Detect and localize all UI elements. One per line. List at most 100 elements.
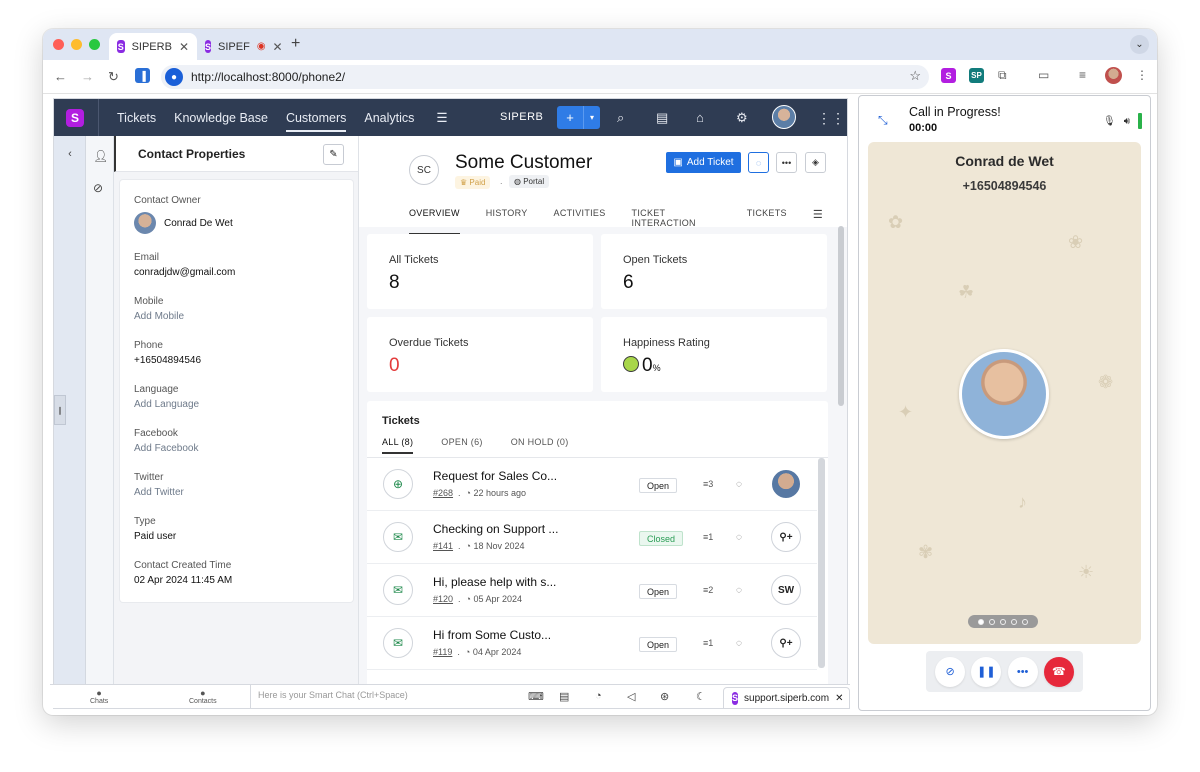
ticket-number[interactable]: #268 — [433, 488, 453, 498]
owner-row[interactable]: Conrad De Wet — [134, 212, 339, 234]
bookmark-star-icon[interactable]: ☆ — [909, 68, 921, 84]
nav-knowledge-base[interactable]: Knowledge Base — [174, 99, 268, 136]
chat-icon[interactable]: ◌ — [748, 152, 769, 173]
create-new-button[interactable]: + ▾ — [557, 106, 600, 129]
extensions-puzzle-icon[interactable]: ⧉ — [998, 68, 1007, 83]
minimize-window-button[interactable] — [71, 39, 82, 50]
tabs-menu-icon[interactable]: ☰ — [813, 208, 823, 235]
browser-tab-2[interactable]: S SIPEF ◉ ✕ — [197, 33, 285, 60]
site-tab-chip[interactable]: S support.siperb.com ✕ — [723, 687, 850, 709]
tab-ticket-interaction[interactable]: TICKET INTERACTION — [632, 208, 721, 235]
megaphone-icon[interactable]: ◁ — [627, 690, 635, 703]
pager-dot[interactable] — [1011, 618, 1017, 625]
tab-on-hold-tickets[interactable]: ON HOLD (0) — [511, 437, 569, 454]
pager-dot[interactable] — [989, 618, 995, 625]
pager-dot-active[interactable] — [978, 618, 984, 625]
tab-activities[interactable]: ACTIVITIES — [554, 208, 606, 235]
tab-history[interactable]: HISTORY — [486, 208, 528, 235]
book-icon[interactable]: ▤ — [559, 690, 569, 703]
notes-icon[interactable]: ▤ — [656, 110, 668, 126]
field-value[interactable]: Paid user — [134, 531, 339, 542]
plus-icon[interactable]: + — [557, 106, 583, 129]
edit-icon[interactable]: ✎ — [323, 144, 344, 165]
main-scrollbar[interactable] — [838, 226, 844, 406]
tab-all-tickets[interactable]: ALL (8) — [382, 437, 414, 454]
back-icon[interactable]: ← — [54, 69, 67, 84]
ticket-subject[interactable]: Checking on Support ... — [433, 522, 558, 536]
more-options-icon[interactable]: ••• — [776, 152, 797, 173]
reading-list-icon[interactable]: ≡ — [1079, 68, 1086, 82]
ticket-number[interactable]: #119 — [433, 647, 452, 657]
assign-user-icon[interactable]: ⚲+ — [771, 628, 801, 658]
cast-icon[interactable]: ▭ — [1038, 68, 1049, 82]
forward-icon[interactable]: → — [81, 69, 94, 84]
happiness-rating-card[interactable]: Happiness Rating 0% — [601, 317, 827, 392]
siperb-extension-icon[interactable]: S — [941, 68, 956, 83]
status-badge[interactable]: Open — [639, 478, 678, 493]
tab-open-tickets[interactable]: OPEN (6) — [441, 437, 482, 454]
field-value[interactable]: +16504894546 — [134, 355, 339, 366]
comment-icon[interactable]: ◌ — [736, 532, 742, 543]
store-icon[interactable]: ⌂ — [696, 110, 704, 125]
assignee-initials[interactable]: SW — [771, 575, 801, 605]
profile-avatar[interactable] — [1105, 67, 1122, 84]
minimize-call-icon[interactable]: ⤡ — [878, 113, 888, 128]
nav-more-icon[interactable]: ☰ — [436, 99, 447, 136]
tab-tickets[interactable]: TICKETS — [747, 208, 787, 235]
mute-microphone-icon[interactable]: ⊘ — [935, 656, 966, 687]
add-facebook-link[interactable]: Add Facebook — [134, 443, 339, 454]
clock-icon[interactable]: ◔ — [595, 690, 602, 702]
nav-customers[interactable]: Customers — [285, 99, 347, 136]
speaker-icon[interactable]: 🔊︎ — [1124, 116, 1130, 127]
tickets-scrollbar[interactable] — [818, 458, 825, 668]
user-avatar[interactable] — [772, 105, 796, 129]
ticket-subject[interactable]: Hi, please help with s... — [433, 575, 556, 589]
status-badge[interactable]: Open — [639, 637, 678, 652]
close-tab-icon[interactable]: ✕ — [273, 40, 283, 54]
nav-analytics[interactable]: Analytics — [364, 99, 414, 136]
url-field[interactable]: ● http://localhost:8000/phone2/ ☆ — [161, 65, 929, 89]
ticket-number[interactable]: #141 — [433, 541, 453, 551]
pager-dot[interactable] — [1022, 618, 1028, 625]
tab-overview[interactable]: OVERVIEW — [409, 208, 460, 235]
end-call-icon[interactable]: ☎ — [1043, 656, 1074, 687]
zoom-window-button[interactable] — [89, 39, 100, 50]
keyboard-icon[interactable]: ⌨ — [528, 690, 544, 703]
reload-icon[interactable]: ↻ — [108, 69, 119, 85]
microphone-icon[interactable]: 🎙︎ — [1103, 116, 1116, 127]
bookmark-extension-icon[interactable]: ▐ — [135, 68, 150, 83]
nav-tickets[interactable]: Tickets — [117, 99, 156, 136]
more-options-icon[interactable]: ••• — [1007, 656, 1038, 687]
layers-icon[interactable]: ◈ — [805, 152, 826, 173]
browser-menu-icon[interactable]: ⋮ — [1136, 68, 1148, 82]
new-tab-icon[interactable]: + — [291, 35, 300, 53]
comment-icon[interactable]: ◌ — [736, 585, 742, 596]
field-value[interactable]: conradjdw@gmail.com — [134, 267, 339, 278]
close-chip-icon[interactable]: ✕ — [835, 693, 843, 704]
comment-icon[interactable]: ◌ — [736, 479, 742, 490]
close-window-button[interactable] — [53, 39, 64, 50]
ticket-subject[interactable]: Request for Sales Co... — [433, 469, 557, 483]
ticket-row[interactable]: ⊕ Request for Sales Co... #268 . ◔ 22 ho… — [367, 458, 817, 511]
all-tickets-card[interactable]: All Tickets 8 — [367, 234, 593, 309]
sp-extension-icon[interactable]: SP — [969, 68, 984, 83]
assign-user-icon[interactable]: ⚲+ — [771, 522, 801, 552]
add-language-link[interactable]: Add Language — [134, 399, 339, 410]
pager-dot[interactable] — [1000, 618, 1006, 625]
accessibility-icon[interactable]: ⊛ — [660, 690, 669, 703]
site-info-icon[interactable]: ● — [165, 68, 183, 86]
hold-pause-icon[interactable]: ❚❚ — [971, 656, 1002, 687]
check-circle-icon[interactable]: ⊘ — [93, 181, 103, 195]
ticket-row[interactable]: ✉ Hi from Some Custo... #119 . ◔ 04 Apr … — [367, 617, 817, 670]
dark-mode-icon[interactable]: ☾ — [696, 690, 706, 703]
browser-tab-1[interactable]: S SIPERB ✕ — [109, 33, 197, 60]
chats-button[interactable]: ● Chats — [90, 688, 108, 705]
contacts-button[interactable]: ● Contacts — [189, 688, 217, 705]
ticket-subject[interactable]: Hi from Some Custo... — [433, 628, 551, 642]
settings-gear-icon[interactable]: ⚙ — [736, 110, 748, 126]
ticket-row[interactable]: ✉ Checking on Support ... #141 . ◔ 18 No… — [367, 511, 817, 564]
apps-grid-icon[interactable]: ⋮⋮ — [817, 110, 845, 127]
ticket-number[interactable]: #120 — [433, 594, 453, 604]
add-ticket-button[interactable]: ▣ Add Ticket — [666, 152, 741, 173]
comment-icon[interactable]: ◌ — [736, 638, 742, 649]
